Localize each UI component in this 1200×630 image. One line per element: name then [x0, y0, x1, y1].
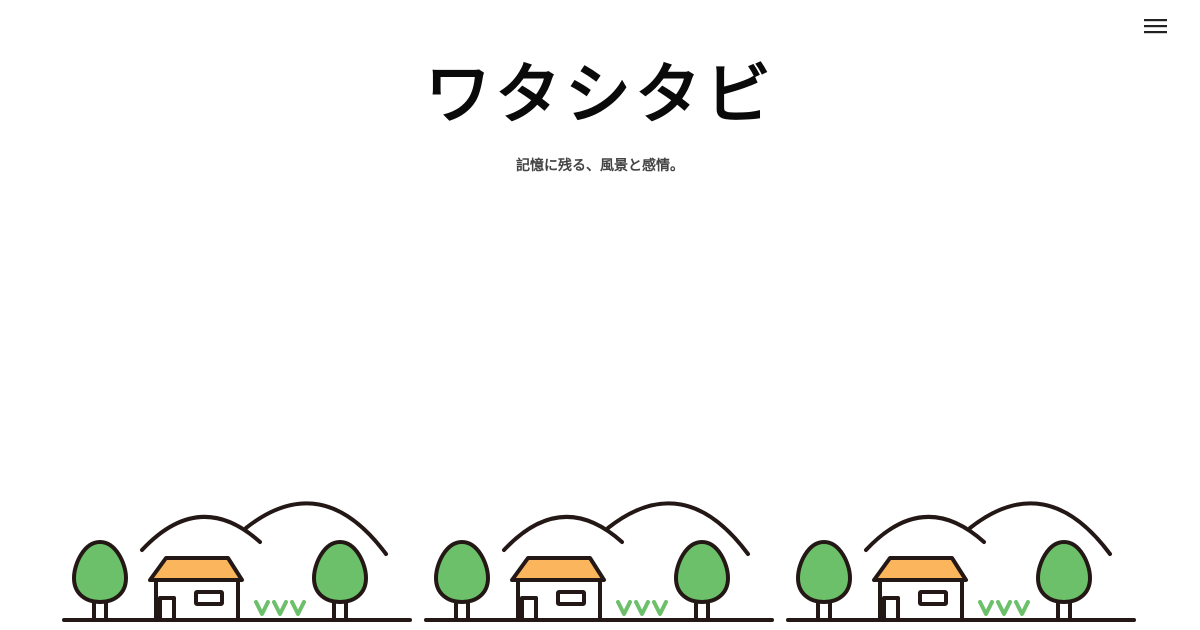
scenery-tile-svg	[424, 501, 774, 622]
site-tagline: 記憶に残る、風景と感情。	[516, 158, 684, 174]
hill-left	[864, 514, 986, 552]
tree-right	[312, 540, 368, 622]
hill-right	[606, 501, 750, 556]
house-roof	[510, 556, 606, 582]
house-roof	[872, 556, 968, 582]
tree-foliage	[674, 540, 730, 604]
scenery-tile	[422, 480, 784, 630]
house-window	[194, 590, 224, 606]
scenery-tile-svg	[786, 501, 1136, 622]
grass	[616, 600, 668, 616]
tree-right	[1036, 540, 1092, 622]
scenery-tile	[784, 480, 1146, 630]
hamburger-menu-icon	[1144, 19, 1167, 34]
tree-left	[796, 540, 852, 622]
tree-foliage	[434, 540, 490, 604]
hill-right	[968, 501, 1112, 556]
house-window	[556, 590, 586, 606]
scenery-tile-svg	[62, 501, 412, 622]
tree-foliage	[312, 540, 368, 604]
scenery-tile	[60, 480, 422, 630]
footer-illustration	[0, 480, 1200, 630]
hill-right	[244, 501, 388, 556]
tree-foliage	[72, 540, 128, 604]
hamburger-menu-button[interactable]	[1142, 14, 1170, 38]
site-title[interactable]: ワタシタビ	[0, 52, 1200, 138]
house	[148, 556, 244, 622]
hill-left	[502, 514, 624, 552]
tree-right	[674, 540, 730, 622]
grass	[978, 600, 1030, 616]
house-window	[918, 590, 948, 606]
hill-left	[140, 514, 262, 552]
tree-foliage	[1036, 540, 1092, 604]
grass	[254, 600, 306, 616]
house	[510, 556, 606, 622]
house-roof	[148, 556, 244, 582]
tree-left	[72, 540, 128, 622]
house	[872, 556, 968, 622]
tree-left	[434, 540, 490, 622]
tree-foliage	[796, 540, 852, 604]
